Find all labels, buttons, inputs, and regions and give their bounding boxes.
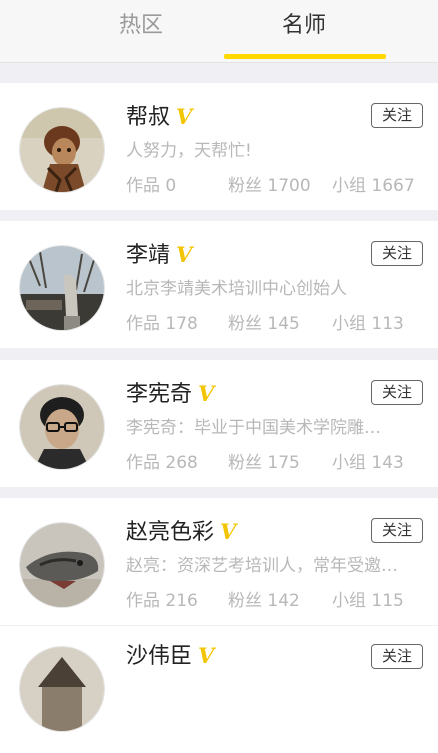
verified-badge-icon: V bbox=[176, 242, 193, 267]
teacher-card[interactable]: 李宪奇 V 关注 李宪奇：毕业于中国美术学院雕… 作品 268 粉丝 175 小组… bbox=[0, 360, 438, 487]
avatar[interactable] bbox=[19, 384, 105, 470]
groups-count: 小组 115 bbox=[332, 591, 404, 611]
active-tab-indicator bbox=[224, 54, 386, 59]
teacher-stats: 作品 178 粉丝 145 小组 113 bbox=[126, 312, 426, 336]
avatar[interactable] bbox=[19, 646, 105, 732]
teacher-stats: 作品 268 粉丝 175 小组 143 bbox=[126, 451, 426, 475]
works-count: 作品 216 bbox=[126, 591, 198, 611]
teacher-bio: 赵亮：资深艺考培训人，常年受邀… bbox=[126, 556, 398, 576]
teacher-stats: 作品 0 粉丝 1700 小组 1667 bbox=[126, 174, 426, 198]
follow-button[interactable]: 关注 bbox=[371, 518, 423, 543]
teacher-name[interactable]: 帮叔 V bbox=[126, 102, 192, 133]
teacher-bio: 李宪奇：毕业于中国美术学院雕… bbox=[126, 418, 381, 438]
teacher-name-text: 赵亮色彩 bbox=[126, 520, 215, 545]
fans-count: 粉丝 142 bbox=[228, 591, 300, 611]
fans-count: 粉丝 1700 bbox=[228, 176, 311, 196]
groups-count: 小组 1667 bbox=[332, 176, 415, 196]
verified-badge-icon: V bbox=[176, 104, 193, 129]
tab-masters[interactable]: 名师 bbox=[244, 6, 364, 46]
verified-badge-icon: V bbox=[198, 643, 215, 668]
teacher-card[interactable]: 帮叔 V 关注 人努力，天帮忙! 作品 0 粉丝 1700 小组 1667 bbox=[0, 83, 438, 210]
groups-count: 小组 113 bbox=[332, 314, 404, 334]
follow-button[interactable]: 关注 bbox=[371, 241, 423, 266]
teacher-name[interactable]: 李宪奇 V bbox=[126, 379, 214, 410]
teacher-name[interactable]: 李靖 V bbox=[126, 240, 192, 271]
teacher-bio: 人努力，天帮忙! bbox=[126, 141, 252, 161]
teacher-card[interactable]: 沙伟臣 V 关注 bbox=[0, 626, 438, 753]
top-tab-bar: 热区 名师 bbox=[0, 0, 438, 63]
verified-badge-icon: V bbox=[198, 381, 215, 406]
teacher-name[interactable]: 沙伟臣 V bbox=[126, 641, 214, 672]
fans-count: 粉丝 175 bbox=[228, 453, 300, 473]
verified-badge-icon: V bbox=[220, 519, 237, 544]
works-count: 作品 178 bbox=[126, 314, 198, 334]
teacher-name-text: 沙伟臣 bbox=[126, 644, 193, 669]
teacher-stats: 作品 216 粉丝 142 小组 115 bbox=[126, 589, 426, 613]
tab-hot-zone[interactable]: 热区 bbox=[81, 6, 201, 46]
groups-count: 小组 143 bbox=[332, 453, 404, 473]
teacher-name-text: 李靖 bbox=[126, 243, 171, 268]
follow-button[interactable]: 关注 bbox=[371, 380, 423, 405]
fans-count: 粉丝 145 bbox=[228, 314, 300, 334]
works-count: 作品 0 bbox=[126, 176, 177, 196]
avatar[interactable] bbox=[19, 107, 105, 193]
teacher-card[interactable]: 赵亮色彩 V 关注 赵亮：资深艺考培训人，常年受邀… 作品 216 粉丝 142 … bbox=[0, 498, 438, 625]
works-count: 作品 268 bbox=[126, 453, 198, 473]
teacher-name-text: 帮叔 bbox=[126, 105, 171, 130]
follow-button[interactable]: 关注 bbox=[371, 103, 423, 128]
teacher-name-text: 李宪奇 bbox=[126, 382, 193, 407]
teacher-bio: 北京李靖美术培训中心创始人 bbox=[126, 279, 347, 299]
teacher-card[interactable]: 李靖 V 关注 北京李靖美术培训中心创始人 作品 178 粉丝 145 小组 11… bbox=[0, 221, 438, 348]
teacher-name[interactable]: 赵亮色彩 V bbox=[126, 517, 236, 548]
avatar[interactable] bbox=[19, 522, 105, 608]
follow-button[interactable]: 关注 bbox=[371, 644, 423, 669]
avatar[interactable] bbox=[19, 245, 105, 331]
